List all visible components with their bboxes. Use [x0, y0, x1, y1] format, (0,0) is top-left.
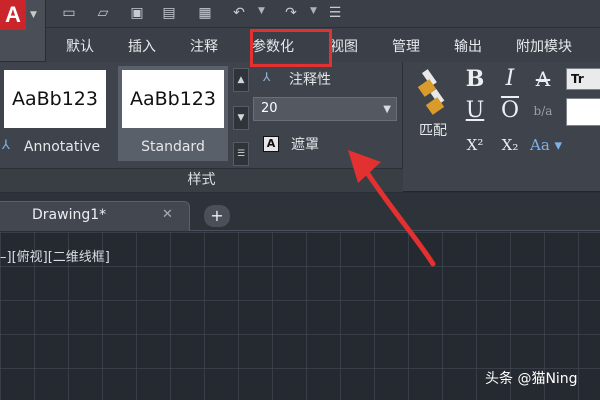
italic-button[interactable]: I [497, 66, 523, 92]
tab-view[interactable]: 视图 [330, 36, 358, 56]
open-file-icon[interactable]: ▱ [94, 4, 112, 22]
viewport-controls[interactable]: –][俯视][二维线框] [0, 246, 110, 265]
style-label: Annotative [23, 139, 101, 155]
text-height-combobox[interactable]: 20 ▼ [253, 97, 397, 121]
panel-title[interactable]: 样式 [0, 168, 403, 192]
file-tab-label: Drawing1* [32, 207, 107, 223]
style-preview: AaBb123 [4, 70, 106, 128]
paintbrush-icon [417, 69, 445, 115]
undo-icon[interactable]: ↶ [230, 4, 248, 22]
watermark: 头条 @猫Ning [485, 371, 578, 387]
style-card-standard[interactable]: AaBb123 Standard [118, 66, 228, 161]
quick-access-toolbar: ▭ ▱ ▣ ▤ ▦ ↶ ▼ ↷ ▼ ☰ [0, 0, 600, 28]
mask-icon: A [263, 136, 279, 152]
new-file-icon[interactable]: ▭ [60, 4, 78, 22]
mask-label: 遮罩 [291, 137, 319, 153]
customize-icon[interactable]: ☰ [326, 4, 344, 22]
style-panel: AaBb123 ⅄ Annotative AaBb123 Standard ▲ … [0, 62, 403, 192]
tab-default[interactable]: 默认 [66, 36, 94, 56]
subscript-button[interactable]: X₂ [497, 132, 523, 158]
ribbon: AaBb123 ⅄ Annotative AaBb123 Standard ▲ … [0, 62, 600, 192]
stack-button[interactable]: b/a [530, 98, 556, 124]
style-expand-button[interactable]: ☰ [233, 142, 249, 166]
style-scroll-down-button[interactable]: ▼ [233, 106, 249, 130]
redo-icon[interactable]: ↷ [282, 4, 300, 22]
superscript-button[interactable]: X² [462, 132, 488, 158]
strikethrough-button[interactable]: A [530, 66, 556, 92]
font-selector[interactable]: Tr [566, 68, 600, 90]
style-scroll-up-button[interactable]: ▲ [233, 68, 249, 92]
tab-output[interactable]: 输出 [454, 36, 482, 56]
undo-dropdown-icon[interactable]: ▼ [258, 6, 265, 16]
match-label: 匹配 [419, 123, 447, 139]
chevron-down-icon[interactable]: ▼ [383, 104, 391, 115]
style-card-annotative[interactable]: AaBb123 ⅄ Annotative [0, 66, 110, 161]
tab-annotate[interactable]: 注释 [190, 36, 218, 56]
save-icon[interactable]: ▣ [128, 4, 146, 22]
style-label: Standard [141, 139, 205, 155]
application-button[interactable]: A ▼ [0, 0, 46, 62]
text-height-value: 20 [261, 101, 278, 116]
overline-button[interactable]: O [497, 98, 523, 124]
tab-addins[interactable]: 附加模块 [516, 36, 572, 56]
app-dropdown-icon: ▼ [30, 10, 37, 20]
close-icon[interactable]: ✕ [162, 207, 173, 222]
new-tab-button[interactable]: + [204, 205, 230, 227]
tab-insert[interactable]: 插入 [128, 36, 156, 56]
app-logo-icon: A [0, 0, 26, 30]
underline-button[interactable]: U [462, 98, 488, 124]
file-tab-bar: Drawing1* ✕ + [0, 193, 600, 231]
style-preview: AaBb123 [122, 70, 224, 128]
save-as-icon[interactable]: ▤ [160, 4, 178, 22]
redo-dropdown-icon[interactable]: ▼ [310, 6, 317, 16]
text-color-selector[interactable] [566, 98, 600, 126]
annotative-label: 注释性 [289, 72, 331, 88]
highlight-box [250, 29, 332, 67]
print-icon[interactable]: ▦ [196, 4, 214, 22]
bold-button[interactable]: B [462, 66, 488, 92]
change-case-button[interactable]: Aa ▾ [530, 132, 570, 158]
annotative-icon: ⅄ [263, 70, 271, 84]
tab-manage[interactable]: 管理 [392, 36, 420, 56]
match-properties-button[interactable]: 匹配 [408, 66, 458, 146]
file-tab-drawing1[interactable]: Drawing1* ✕ [0, 201, 190, 231]
